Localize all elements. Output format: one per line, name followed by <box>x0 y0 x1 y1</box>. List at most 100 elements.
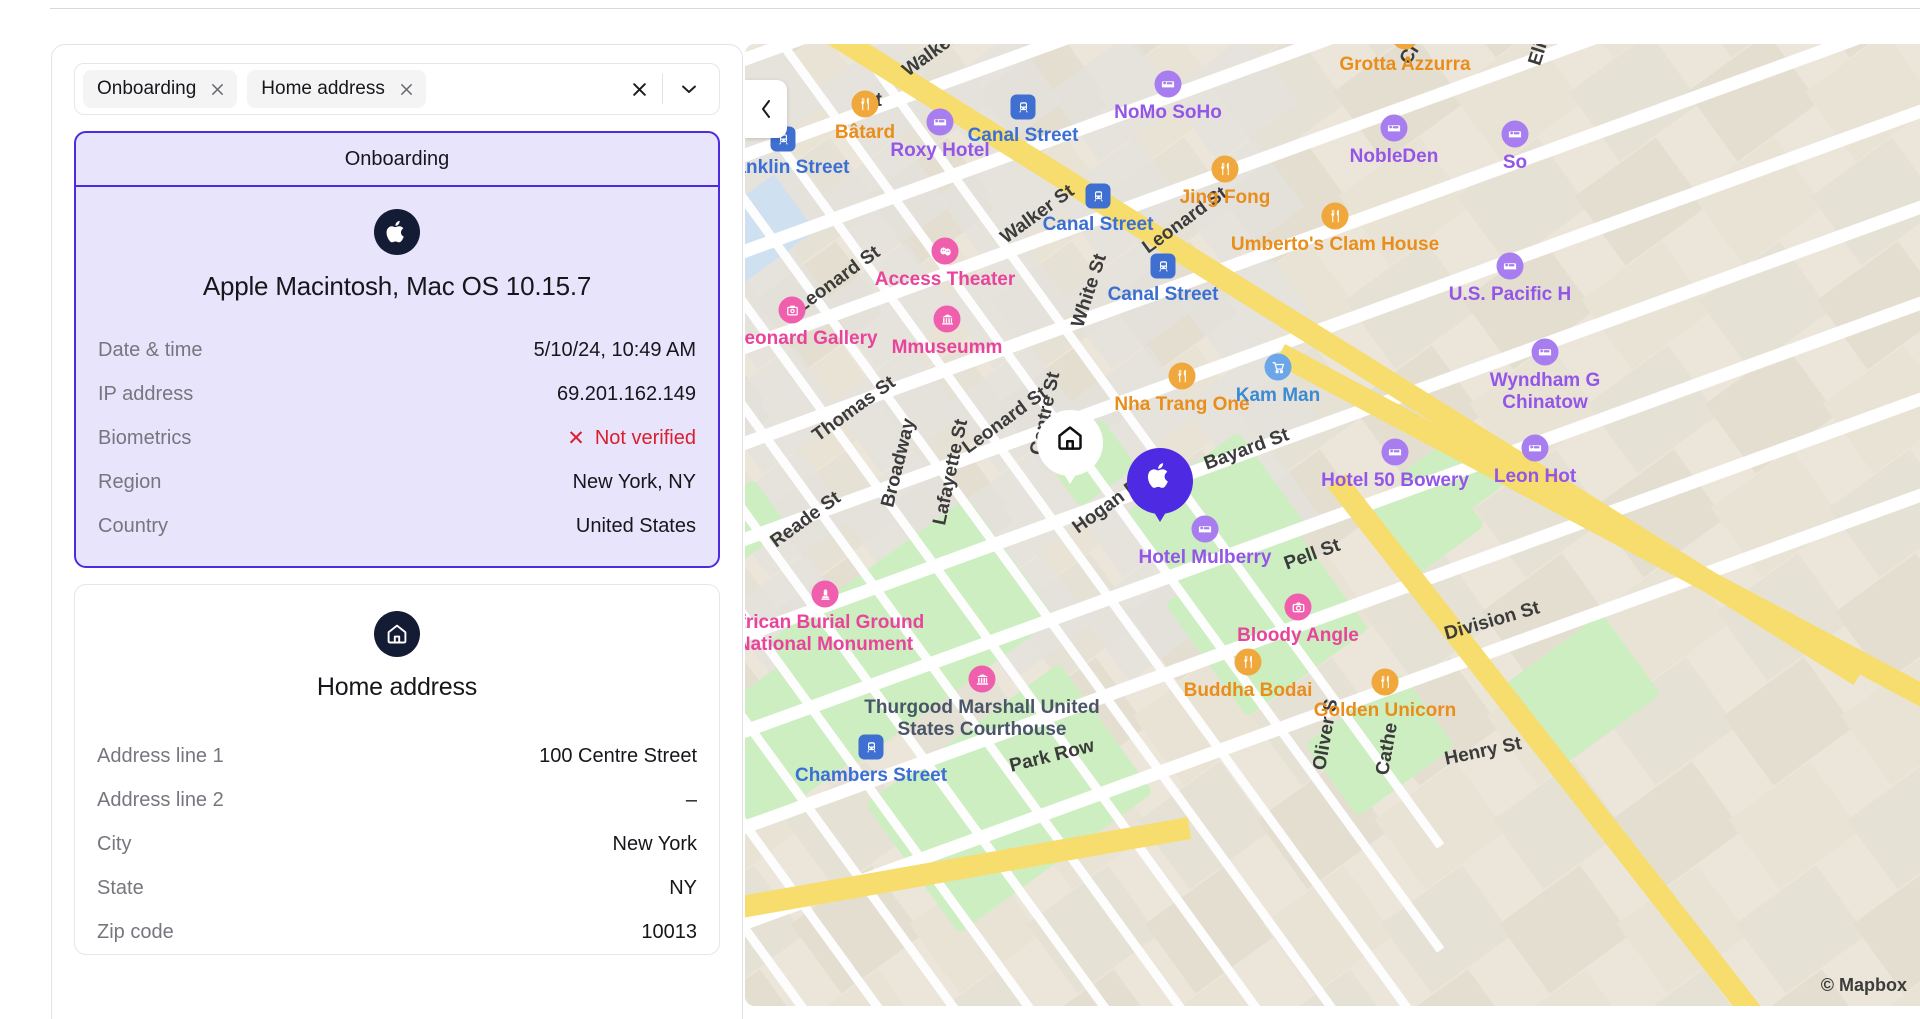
clear-all-button[interactable] <box>616 81 662 98</box>
map-poi-label[interactable]: Umberto's Clam House <box>1231 234 1439 256</box>
row-key: Biometrics <box>98 426 192 449</box>
map-canvas[interactable]: StWalker StWalker StLeonard StLeonard St… <box>745 44 1920 1006</box>
detail-row: State NY <box>97 866 697 910</box>
map-back-button[interactable] <box>745 80 787 138</box>
row-value: 69.201.162.149 <box>556 382 696 405</box>
row-key: Country <box>98 514 169 537</box>
close-icon[interactable] <box>210 82 225 97</box>
detail-row: Biometrics ✕ Not verified <box>98 416 696 460</box>
home-icon <box>374 611 420 657</box>
map-poi-label[interactable]: 81 Leonard Gallery <box>745 328 878 350</box>
map-poi-label[interactable]: Bâtard <box>835 122 895 144</box>
row-value: New York <box>612 832 698 855</box>
map-poi-label[interactable]: Chambers Street <box>795 765 947 787</box>
map-poi-label[interactable]: Buddha Bodai <box>1184 680 1313 702</box>
row-key: Date & time <box>98 338 203 361</box>
row-key: City <box>97 832 132 855</box>
map-poi-label[interactable]: Jing Fong <box>1180 187 1271 209</box>
map-poi-label[interactable]: So <box>1503 152 1527 174</box>
expand-dropdown-button[interactable] <box>663 83 715 95</box>
onboarding-card-header: Onboarding <box>76 133 718 187</box>
shopping-icon[interactable] <box>1264 353 1292 381</box>
museum-icon[interactable] <box>933 305 961 333</box>
restaurant-icon[interactable] <box>1321 202 1349 230</box>
restaurant-icon[interactable] <box>1168 362 1196 390</box>
detail-row: Country United States <box>98 504 696 548</box>
map-poi-label[interactable]: Leon Hot <box>1494 466 1576 488</box>
map-poi-label[interactable]: Canal Street <box>968 125 1079 147</box>
hotel-icon[interactable] <box>1501 120 1529 148</box>
app-root: Onboarding Home address Onboarding Apple… <box>0 0 1920 1019</box>
device-pin[interactable] <box>1127 448 1193 514</box>
chevron-down-icon <box>682 85 696 93</box>
filter-chips: Onboarding Home address <box>83 70 616 108</box>
pin-shape <box>1037 410 1103 476</box>
map-poi-label[interactable]: Kam Man <box>1236 385 1320 407</box>
restaurant-icon[interactable] <box>1371 668 1399 696</box>
row-value: 100 Centre Street <box>539 744 697 767</box>
filter-bar[interactable]: Onboarding Home address <box>74 63 720 115</box>
filter-chip-label: Onboarding <box>97 78 197 99</box>
map-poi-label[interactable]: Nha Trang One <box>1114 394 1249 416</box>
close-icon[interactable] <box>399 82 414 97</box>
map-poi-label[interactable]: Bloody Angle <box>1237 625 1359 647</box>
map-poi-label[interactable]: Wyndham G Chinatow <box>1490 370 1601 414</box>
camera-icon[interactable] <box>1284 593 1312 621</box>
gallery-icon[interactable] <box>778 296 806 324</box>
hotel-icon[interactable] <box>1531 338 1559 366</box>
device-badge-wrap <box>98 209 696 255</box>
map-poi-label[interactable]: Canal Street <box>1043 214 1154 236</box>
hotel-icon[interactable] <box>1380 114 1408 142</box>
map-poi-label[interactable]: Access Theater <box>875 269 1015 291</box>
home-address-card-body: Home address Address line 1 100 Centre S… <box>75 585 719 954</box>
hotel-icon[interactable] <box>1496 252 1524 280</box>
map-view[interactable]: StWalker StWalker StLeonard StLeonard St… <box>745 44 1920 1006</box>
map-poi-label[interactable]: Grotta Azzurra <box>1339 54 1470 76</box>
row-value: NY <box>669 876 697 899</box>
hotel-icon[interactable] <box>926 108 954 136</box>
map-poi-label[interactable]: Canal Street <box>1108 284 1219 306</box>
map-poi-label[interactable]: Franklin Street <box>745 157 850 179</box>
subway-icon[interactable] <box>1150 253 1176 279</box>
map-poi-label[interactable]: Hotel 50 Bowery <box>1321 470 1469 492</box>
card-title: Onboarding <box>344 147 450 170</box>
row-value: New York, NY <box>572 470 696 493</box>
row-key: Address line 2 <box>97 788 224 811</box>
status-badge: ✕ Not verified <box>567 427 696 450</box>
courthouse-icon[interactable] <box>968 665 996 693</box>
home-pin[interactable] <box>1037 410 1103 476</box>
detail-row: Address line 1 100 Centre Street <box>97 734 697 778</box>
hotel-icon[interactable] <box>1381 438 1409 466</box>
filter-chip-home-address[interactable]: Home address <box>247 70 426 108</box>
row-value: United States <box>575 514 696 537</box>
map-poi-label[interactable]: Thurgood Marshall United States Courthous… <box>864 697 1099 741</box>
filter-chip-label: Home address <box>261 78 385 99</box>
detail-row: Zip code 10013 <box>97 910 697 954</box>
map-poi-label[interactable]: U.S. Pacific H <box>1449 284 1572 306</box>
map-poi-label[interactable]: Mmuseumm <box>892 337 1003 359</box>
row-key: State <box>97 876 144 899</box>
onboarding-card: Onboarding Apple Macintosh, Mac OS 10.15… <box>74 131 720 568</box>
hotel-icon[interactable] <box>1521 434 1549 462</box>
monument-icon[interactable] <box>811 580 839 608</box>
detail-row: Address line 2 – <box>97 778 697 822</box>
map-poi-label[interactable]: NoMo SoHo <box>1114 102 1222 124</box>
map-poi-label[interactable]: Hotel Mulberry <box>1138 547 1271 569</box>
map-poi-label[interactable]: African Burial Ground National Monument <box>745 612 924 656</box>
restaurant-icon[interactable] <box>1234 648 1262 676</box>
restaurant-icon[interactable] <box>851 90 879 118</box>
subway-icon[interactable] <box>1085 183 1111 209</box>
theater-icon[interactable] <box>931 237 959 265</box>
hotel-icon[interactable] <box>1154 70 1182 98</box>
subway-icon[interactable] <box>858 734 884 760</box>
subway-icon[interactable] <box>1010 94 1036 120</box>
restaurant-icon[interactable] <box>1211 155 1239 183</box>
row-value: Not verified <box>594 426 696 449</box>
row-key: Region <box>98 470 162 493</box>
filter-chip-onboarding[interactable]: Onboarding <box>83 70 238 108</box>
map-poi-label[interactable]: NobleDen <box>1350 146 1439 168</box>
hotel-icon[interactable] <box>1191 515 1219 543</box>
detail-row: Date & time 5/10/24, 10:49 AM <box>98 328 696 372</box>
map-poi-label[interactable]: Golden Unicorn <box>1314 700 1457 722</box>
row-value: 5/10/24, 10:49 AM <box>533 338 696 361</box>
